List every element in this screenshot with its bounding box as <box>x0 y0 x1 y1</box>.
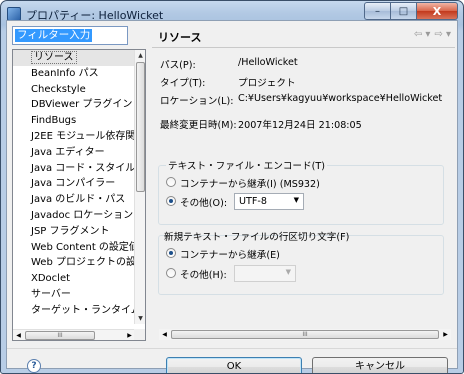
tree-horizontal-scrollbar[interactable]: ◀ III ▶ <box>13 329 135 340</box>
modified-value: 2007年12月24日 21:08:05 <box>238 120 362 131</box>
vertical-scroll-thumb[interactable] <box>136 62 145 192</box>
app-icon <box>7 7 21 21</box>
minimize-button[interactable]: – <box>364 2 390 20</box>
tree-item-j2ee-deps[interactable]: J2EE モジュール依存関係 <box>13 129 135 145</box>
tree-item-jsp-fragment[interactable]: JSP フラグメント <box>13 224 135 240</box>
page-header: リソース ⇦ ▾ ⇨ ▾ <box>152 26 455 48</box>
tree-item-java-compiler[interactable]: Java コンパイラー <box>13 176 135 192</box>
page-horizontal-scrollbar[interactable]: ◀ III ▶ <box>159 329 451 340</box>
tree-item-server[interactable]: サーバー <box>13 287 135 303</box>
tree-item-checkstyle[interactable]: Checkstyle <box>13 82 135 98</box>
tree-vertical-scrollbar[interactable]: ▲ ▼ <box>134 50 145 324</box>
location-value: C:¥Users¥kagyuu¥workspace¥HelloWicket <box>238 93 443 104</box>
tree-item-xdoclet[interactable]: XDoclet <box>13 271 135 287</box>
other-encoding-radio[interactable] <box>166 196 176 206</box>
encoding-select-value: UTF-8 <box>239 196 267 207</box>
scroll-corner <box>134 329 145 340</box>
type-label: タイプ(T): <box>160 78 206 89</box>
tree-item-beaninfo-path[interactable]: BeanInfo パス <box>13 66 135 82</box>
page-navigation: ⇦ ▾ ⇨ ▾ <box>410 29 451 40</box>
maximize-button[interactable]: □ <box>390 2 416 20</box>
tree-item-dbviewer[interactable]: DBViewer プラグイン <box>13 97 135 113</box>
tree-item-label: リソース <box>31 51 77 64</box>
dialog-body: フィルター入力 リソース BeanInfo パス Checkstyle DBVi… <box>6 20 458 373</box>
back-arrow-icon[interactable]: ⇦ ▾ <box>414 29 431 40</box>
property-page-tree: リソース BeanInfo パス Checkstyle DBViewer プラグ… <box>12 49 146 341</box>
properties-window: プロパティー: HelloWicket – □ X フィルター入力 リソース B… <box>0 0 464 374</box>
horizontal-scroll-thumb[interactable]: III <box>25 331 95 340</box>
newline-select[interactable]: ▼ <box>234 265 296 282</box>
tree-item-findbugs[interactable]: FindBugs <box>13 113 135 129</box>
scroll-left-arrow-icon[interactable]: ◀ <box>13 330 24 340</box>
tree-items: リソース BeanInfo パス Checkstyle DBViewer プラグ… <box>13 50 135 319</box>
inherit-encoding-radio[interactable] <box>166 177 176 187</box>
tree-item-java-editor[interactable]: Java エディター <box>13 145 135 161</box>
close-button[interactable]: X <box>416 2 458 20</box>
forward-arrow-icon[interactable]: ⇨ ▾ <box>434 29 451 40</box>
inherit-encoding-label[interactable]: コンテナーから継承(I) (MS932) <box>180 176 320 190</box>
tree-item-target-runtime[interactable]: ターゲット・ランタイム <box>13 303 135 319</box>
scroll-up-arrow-icon[interactable]: ▲ <box>135 50 145 61</box>
path-label: パス(P): <box>160 60 196 71</box>
type-value: プロジェクト <box>238 78 296 89</box>
chevron-down-icon: ▼ <box>293 196 299 204</box>
filter-text: フィルター入力 <box>15 29 93 42</box>
inherit-newline-radio[interactable] <box>166 248 176 258</box>
ok-button[interactable]: OK <box>166 357 302 373</box>
tree-item-javadoc-location[interactable]: Javadoc ロケーション <box>13 208 135 224</box>
scroll-left-arrow-icon[interactable]: ◀ <box>159 329 170 340</box>
other-newline-label[interactable]: その他(H): <box>180 267 227 281</box>
other-encoding-label[interactable]: その他(O): <box>180 195 227 209</box>
encoding-select[interactable]: UTF-8 ▼ <box>234 193 304 210</box>
other-newline-radio[interactable] <box>166 268 176 278</box>
inherit-newline-label[interactable]: コンテナーから継承(E) <box>180 247 280 261</box>
newline-group-title: 新規テキスト・ファイルの行区切り文字(F) <box>164 232 350 243</box>
window-controls: – □ X <box>364 2 458 20</box>
help-icon[interactable]: ? <box>27 359 41 373</box>
tree-item-java-build-path[interactable]: Java のビルド・パス <box>13 192 135 208</box>
filter-input[interactable]: フィルター入力 <box>12 26 128 45</box>
location-label: ロケーション(L): <box>160 96 234 107</box>
tree-item-java-code-style[interactable]: Java コード・スタイル <box>13 161 135 177</box>
chevron-down-icon: ▼ <box>285 268 291 276</box>
modified-label: 最終変更日時(M): <box>160 120 237 131</box>
resource-properties: パス(P): /HelloWicket タイプ(T): プロジェクト ロケーショ… <box>152 49 455 341</box>
footer-separator <box>7 348 457 349</box>
tree-item-web-content[interactable]: Web Content の設定値 <box>13 240 135 256</box>
newline-group <box>158 235 444 295</box>
encoding-group-title: テキスト・ファイル・エンコード(T) <box>166 158 327 172</box>
scroll-right-arrow-icon[interactable]: ▶ <box>440 329 451 340</box>
path-value: /HelloWicket <box>238 57 298 68</box>
page-horizontal-scroll-thumb[interactable]: III <box>171 330 439 339</box>
cancel-button[interactable]: キャンセル <box>312 357 448 373</box>
scroll-down-arrow-icon[interactable]: ▼ <box>135 313 145 324</box>
tree-item-web-project[interactable]: Web プロジェクトの設定 <box>13 255 135 271</box>
tree-item-resource[interactable]: リソース <box>13 50 135 66</box>
page-title: リソース <box>158 31 202 44</box>
